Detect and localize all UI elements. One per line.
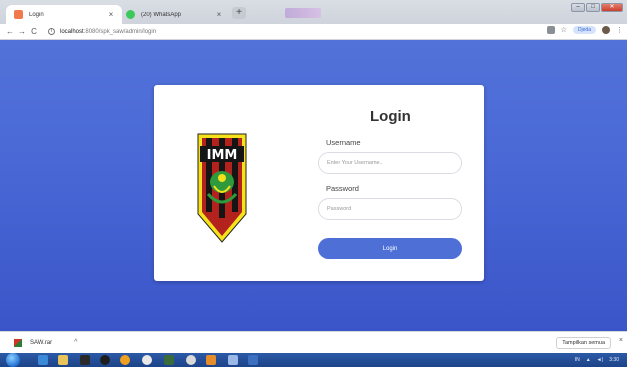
browser-toolbar: ← → C i localhost :8080/spk_saw/admin/lo… [0,24,627,40]
address-bar[interactable]: i localhost :8080/spk_saw/admin/login [48,28,156,35]
xampp-icon[interactable] [206,355,216,365]
maximize-button[interactable]: □ [586,3,600,12]
profile-button[interactable]: Djeda [572,26,596,34]
ie-icon[interactable] [38,355,48,365]
imm-emblem-icon: IMM [197,133,247,243]
chevron-up-icon[interactable]: ^ [74,339,77,346]
bookmark-star-icon[interactable]: ☆ [561,26,567,34]
app-icon[interactable] [228,355,238,365]
new-tab-button[interactable]: + [232,7,246,19]
windows-taskbar: IN ▲ ◄) 3:30 [0,353,627,367]
chrome-icon[interactable] [142,355,152,365]
system-tray: IN ▲ ◄) 3:30 [517,353,627,367]
username-input[interactable]: Enter Your Username.. [318,152,462,174]
tab-close-icon[interactable]: × [214,10,224,19]
browser-tab-strip: Login × (20) WhatsApp × + – □ ✕ [0,0,627,24]
minimize-button[interactable]: – [571,3,585,12]
tab-whatsapp[interactable]: (20) WhatsApp × [118,5,230,24]
close-window-button[interactable]: ✕ [601,3,623,12]
window-controls: – □ ✕ [571,3,623,12]
login-button[interactable]: Login [318,238,462,259]
tab-title: Login [29,11,44,18]
app-icon[interactable] [186,355,196,365]
login-favicon-icon [14,10,23,19]
extension-icon[interactable] [602,26,610,34]
whatsapp-favicon-icon [126,10,135,19]
app-icon[interactable] [80,355,90,365]
translate-icon[interactable] [546,26,555,34]
reload-button[interactable]: C [28,27,40,36]
info-icon[interactable]: i [48,28,55,35]
back-button[interactable]: ← [4,27,16,36]
sublime-icon[interactable] [164,355,174,365]
imm-logo: IMM [194,132,250,244]
username-label: Username [326,138,361,147]
download-item[interactable]: SAW.rar ^ [14,338,114,347]
firefox-icon[interactable] [120,355,130,365]
url-path: :8080/spk_saw/admin/login [83,28,157,35]
start-button[interactable] [6,353,20,367]
tab-close-icon[interactable]: × [106,10,116,19]
forward-button[interactable]: → [16,27,28,36]
downloads-bar: SAW.rar ^ Tampilkan semua × [0,331,627,353]
close-downloads-icon[interactable]: × [619,337,623,344]
menu-icon[interactable]: ⋮ [616,26,623,34]
toolbar-actions: ☆ Djeda ⋮ [546,26,623,34]
download-file-name: SAW.rar [30,339,53,346]
media-icon[interactable] [100,355,110,365]
page-title: Login [370,108,411,125]
clock[interactable]: 3:30 [609,357,619,363]
archive-file-icon [14,338,22,347]
login-card: IMM Login Username Enter Your Username..… [154,85,484,281]
explorer-icon[interactable] [58,355,68,365]
network-icon[interactable]: ▲ [586,357,591,363]
language-indicator[interactable]: IN [575,357,580,363]
page-viewport: IMM Login Username Enter Your Username..… [0,40,627,331]
word-icon[interactable] [248,355,258,365]
url-host: localhost [60,28,84,35]
redacted-area [285,8,321,18]
tab-title: (20) WhatsApp [141,11,182,18]
tab-login[interactable]: Login × [6,5,122,24]
show-all-downloads-button[interactable]: Tampilkan semua [556,337,611,349]
password-input[interactable]: Password [318,198,462,220]
password-label: Password [326,184,359,193]
volume-icon[interactable]: ◄) [597,357,604,363]
logo-text: IMM [207,148,238,163]
